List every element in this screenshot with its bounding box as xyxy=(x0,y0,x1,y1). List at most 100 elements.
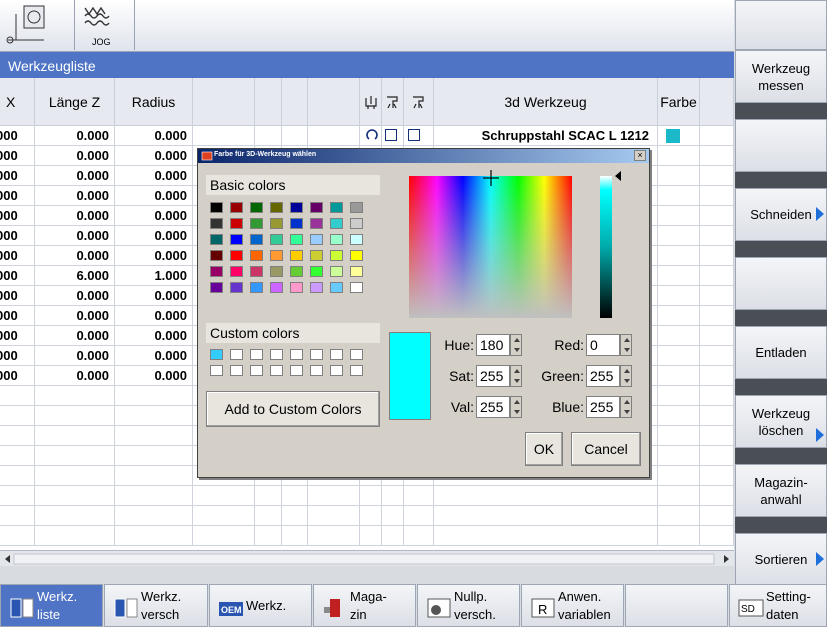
tool-wear-softkey[interactable]: Werkz. versch xyxy=(104,584,208,627)
basic-color-swatch[interactable] xyxy=(230,282,243,293)
basic-color-swatch[interactable] xyxy=(290,218,303,229)
add-to-custom-colors-button[interactable]: Add to Custom Colors xyxy=(206,391,380,427)
basic-color-swatch[interactable] xyxy=(330,282,343,293)
custom-color-swatch[interactable] xyxy=(290,365,303,376)
tool-color-swatch[interactable] xyxy=(666,129,680,143)
table-row[interactable] xyxy=(0,486,734,506)
table-row[interactable]: 0000.0000.000Schruppstahl SCAC L 1212 xyxy=(0,126,734,146)
user-variables-softkey[interactable]: R Anwen. variablen xyxy=(521,584,624,627)
column-header-length-z[interactable]: Länge Z xyxy=(35,78,115,126)
close-button[interactable]: × xyxy=(634,150,646,161)
basic-color-swatch[interactable] xyxy=(310,202,323,213)
sat-spinner[interactable] xyxy=(510,365,522,387)
basic-color-swatch[interactable] xyxy=(270,282,283,293)
unload-softkey[interactable]: Entladen xyxy=(735,326,827,379)
basic-color-swatch[interactable] xyxy=(330,250,343,261)
magazine-select-softkey[interactable]: Magazin-anwahl xyxy=(735,464,827,517)
basic-color-swatch[interactable] xyxy=(290,282,303,293)
basic-color-swatch[interactable] xyxy=(270,250,283,261)
sat-input[interactable]: 255 xyxy=(476,365,510,387)
3d-tool-name[interactable]: Schruppstahl SCAC L 1212 xyxy=(434,126,658,146)
table-row[interactable] xyxy=(0,506,734,526)
horizontal-scrollbar[interactable] xyxy=(0,550,734,566)
custom-color-swatch[interactable] xyxy=(270,365,283,376)
hue-spinner[interactable] xyxy=(510,334,522,356)
custom-color-swatch[interactable] xyxy=(310,365,323,376)
custom-color-swatch[interactable] xyxy=(210,349,223,360)
basic-color-swatch[interactable] xyxy=(290,266,303,277)
custom-color-swatch[interactable] xyxy=(210,365,223,376)
custom-color-swatch[interactable] xyxy=(350,365,363,376)
coolant-2-checkbox[interactable] xyxy=(408,129,420,141)
basic-color-swatch[interactable] xyxy=(230,266,243,277)
basic-color-swatch[interactable] xyxy=(330,202,343,213)
basic-color-swatch[interactable] xyxy=(330,234,343,245)
basic-color-swatch[interactable] xyxy=(250,234,263,245)
column-header-3d-tool[interactable]: 3d Werkzeug xyxy=(434,78,658,126)
custom-color-swatch[interactable] xyxy=(230,349,243,360)
red-input[interactable]: 0 xyxy=(586,334,620,356)
basic-color-swatch[interactable] xyxy=(350,266,363,277)
basic-color-swatch[interactable] xyxy=(350,282,363,293)
column-header-radius[interactable]: Radius xyxy=(115,78,193,126)
basic-color-swatch[interactable] xyxy=(330,218,343,229)
empty-softkey[interactable] xyxy=(735,257,827,310)
basic-color-swatch[interactable] xyxy=(210,250,223,261)
empty-softkey[interactable] xyxy=(625,584,728,627)
green-input[interactable]: 255 xyxy=(586,365,620,387)
cutting-edge-softkey[interactable]: Schneiden xyxy=(735,188,827,241)
luminance-arrow-icon[interactable] xyxy=(615,171,623,181)
custom-color-swatch[interactable] xyxy=(250,365,263,376)
basic-color-swatch[interactable] xyxy=(250,266,263,277)
magazine-softkey[interactable]: Maga-zin xyxy=(313,584,416,627)
basic-color-swatch[interactable] xyxy=(290,250,303,261)
val-input[interactable]: 255 xyxy=(476,396,510,418)
cancel-button[interactable]: Cancel xyxy=(571,432,641,466)
basic-color-swatch[interactable] xyxy=(230,202,243,213)
blue-input[interactable]: 255 xyxy=(586,396,620,418)
blue-spinner[interactable] xyxy=(620,396,632,418)
green-spinner[interactable] xyxy=(620,365,632,387)
measure-tool-softkey[interactable]: Werkzeug messen xyxy=(735,50,827,103)
basic-color-swatch[interactable] xyxy=(210,218,223,229)
basic-color-swatch[interactable] xyxy=(350,250,363,261)
basic-color-swatch[interactable] xyxy=(270,234,283,245)
basic-color-swatch[interactable] xyxy=(350,202,363,213)
basic-color-swatch[interactable] xyxy=(310,234,323,245)
val-spinner[interactable] xyxy=(510,396,522,418)
basic-color-swatch[interactable] xyxy=(210,282,223,293)
custom-color-swatch[interactable] xyxy=(270,349,283,360)
custom-color-swatch[interactable] xyxy=(310,349,323,360)
delete-tool-softkey[interactable]: Werkzeug löschen xyxy=(735,395,827,448)
basic-color-swatch[interactable] xyxy=(310,282,323,293)
hue-input[interactable]: 180 xyxy=(476,334,510,356)
basic-color-swatch[interactable] xyxy=(210,266,223,277)
basic-color-swatch[interactable] xyxy=(210,234,223,245)
basic-color-swatch[interactable] xyxy=(270,218,283,229)
basic-color-swatch[interactable] xyxy=(250,250,263,261)
setting-data-softkey[interactable]: SD Setting-daten xyxy=(729,584,827,627)
basic-color-swatch[interactable] xyxy=(250,202,263,213)
custom-color-swatch[interactable] xyxy=(350,349,363,360)
basic-color-swatch[interactable] xyxy=(290,202,303,213)
empty-softkey[interactable] xyxy=(735,119,827,172)
basic-color-swatch[interactable] xyxy=(310,218,323,229)
basic-color-swatch[interactable] xyxy=(310,250,323,261)
sort-softkey[interactable]: Sortieren xyxy=(735,533,827,586)
basic-color-swatch[interactable] xyxy=(270,266,283,277)
basic-color-swatch[interactable] xyxy=(270,202,283,213)
basic-color-swatch[interactable] xyxy=(330,266,343,277)
column-header-color[interactable]: Farbe xyxy=(658,78,700,126)
coolant-1-checkbox[interactable] xyxy=(385,129,397,141)
basic-color-swatch[interactable] xyxy=(230,250,243,261)
custom-color-swatch[interactable] xyxy=(290,349,303,360)
custom-color-swatch[interactable] xyxy=(230,365,243,376)
basic-color-swatch[interactable] xyxy=(350,234,363,245)
basic-color-swatch[interactable] xyxy=(290,234,303,245)
luminance-slider[interactable] xyxy=(600,176,612,318)
basic-color-swatch[interactable] xyxy=(310,266,323,277)
basic-color-swatch[interactable] xyxy=(230,218,243,229)
ok-button[interactable]: OK xyxy=(525,432,563,466)
custom-color-swatch[interactable] xyxy=(330,365,343,376)
basic-color-swatch[interactable] xyxy=(250,218,263,229)
